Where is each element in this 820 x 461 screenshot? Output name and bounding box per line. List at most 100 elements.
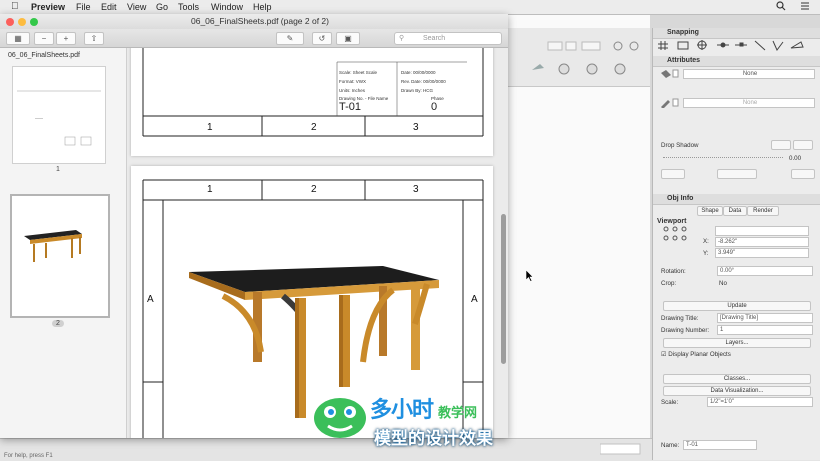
- attributes-palette-title[interactable]: Attributes: [653, 56, 820, 67]
- markup-pen-button[interactable]: ✎: [276, 32, 304, 45]
- drop-shadow-label: Drop Shadow: [661, 142, 699, 149]
- page2-column-3: 3: [413, 184, 419, 195]
- drop-shadow-toggle[interactable]: [771, 140, 791, 150]
- snapping-tools[interactable]: [655, 38, 819, 52]
- svg-text:——: ——: [35, 115, 43, 120]
- document-scrollbar[interactable]: [501, 214, 506, 364]
- thumbnail-2-content: [24, 230, 82, 262]
- tb-units-label: Units: Inches: [339, 88, 366, 93]
- scale-select[interactable]: 1/2"=1'0": [707, 397, 813, 407]
- vectorworks-tool-icons[interactable]: [500, 28, 650, 86]
- close-button[interactable]: [6, 18, 14, 26]
- watermark-line1: 多小时: [370, 397, 434, 422]
- menu-help[interactable]: Help: [253, 0, 272, 14]
- page2-row-a-left: A: [147, 294, 154, 305]
- obj-info-palette-title[interactable]: Obj Info: [653, 194, 820, 205]
- scale-label: Scale:: [661, 399, 679, 406]
- watermark-line3: 模型的设计效果: [374, 429, 493, 448]
- drop-shadow-options-button[interactable]: [793, 140, 813, 150]
- drawing-number-label: Drawing Number:: [661, 327, 710, 334]
- preview-window: 06_06_FinalSheets.pdf (page 2 of 2) ▦ − …: [0, 14, 508, 438]
- watermark-line2: 教学网: [438, 405, 478, 420]
- search-icon: ⚲: [399, 35, 405, 42]
- app-menu[interactable]: Preview: [31, 0, 65, 14]
- width-field[interactable]: [715, 226, 809, 236]
- menu-view[interactable]: View: [127, 0, 146, 14]
- fill-style-select[interactable]: None: [683, 69, 815, 79]
- menu-file[interactable]: File: [76, 0, 91, 14]
- spotlight-icon[interactable]: [776, 1, 786, 11]
- menu-tools[interactable]: Tools: [178, 0, 199, 14]
- preview-toolbar: ▦ − + ⇧ ✎ ↺ ▣ ⚲ Search: [0, 29, 508, 48]
- share-button[interactable]: ⇧: [84, 32, 104, 45]
- tab-data[interactable]: Data: [723, 206, 747, 216]
- menu-window[interactable]: Window: [211, 0, 243, 14]
- update-button[interactable]: Update: [663, 301, 811, 311]
- page2-column-1: 1: [207, 184, 213, 195]
- tb-scale-label: Scale: Sheet Scale: [339, 70, 378, 75]
- x-label: X:: [703, 238, 709, 245]
- data-visualization-button[interactable]: Data Visualization...: [663, 386, 811, 396]
- search-placeholder: Search: [423, 35, 446, 42]
- page-thumbnail-1[interactable]: ——: [12, 66, 106, 164]
- page-1: 1 2 3 Scale: Sheet Scale Format: VWX Uni…: [131, 48, 493, 156]
- menubar:  Preview File Edit View Go Tools Window…: [0, 0, 820, 15]
- rotation-field[interactable]: 0.00°: [717, 266, 813, 276]
- tb-date-label: Date: 00/00/0000: [401, 70, 436, 75]
- palette-panel: Snapping Attributes None None Drop Shado…: [652, 28, 820, 460]
- tb-sheet-number: T-01: [339, 101, 362, 113]
- drawing-title-label: Drawing Title:: [661, 315, 699, 322]
- position-anchor-icon[interactable]: [663, 226, 689, 242]
- page-thumbnail-2[interactable]: [10, 194, 110, 318]
- document-area[interactable]: 1 2 3 Scale: Sheet Scale Format: VWX Uni…: [127, 48, 508, 438]
- sidebar-file-name: 06_06_FinalSheets.pdf: [8, 52, 80, 59]
- attr-right-button[interactable]: [791, 169, 815, 179]
- sidebar-toggle-button[interactable]: ▦: [6, 32, 30, 45]
- rotation-label: Rotation:: [661, 268, 686, 275]
- search-field[interactable]: ⚲ Search: [394, 32, 502, 45]
- pen-style-select[interactable]: None: [683, 98, 815, 108]
- attr-center-button[interactable]: [717, 169, 757, 179]
- menu-go[interactable]: Go: [156, 0, 168, 14]
- zoom-out-button[interactable]: −: [34, 32, 54, 45]
- page-1-border: [142, 48, 484, 137]
- classes-button[interactable]: Classes...: [663, 374, 811, 384]
- tab-shape[interactable]: Shape: [697, 206, 723, 216]
- pen-icon: [661, 98, 679, 108]
- zoom-button[interactable]: [30, 18, 38, 26]
- page2-row-a-right: A: [471, 294, 478, 305]
- watermark: 多小时 教学网 模型的设计效果: [310, 388, 520, 448]
- page2-column-2: 2: [311, 184, 317, 195]
- page1-column-3: 3: [413, 122, 419, 133]
- menu-list-icon[interactable]: [800, 1, 810, 11]
- menu-edit[interactable]: Edit: [101, 0, 117, 14]
- layers-button[interactable]: Layers...: [663, 338, 811, 348]
- drawing-number-field[interactable]: 1: [717, 325, 813, 335]
- page1-column-1: 1: [207, 122, 213, 133]
- vectorworks-toolbar: [500, 28, 650, 87]
- zoom-in-button[interactable]: +: [56, 32, 76, 45]
- snap-grid-icon: [658, 41, 668, 50]
- page1-column-2: 2: [311, 122, 317, 133]
- opacity-slider[interactable]: [663, 157, 783, 159]
- drawing-title-field[interactable]: [Drawing Title]: [717, 313, 813, 323]
- tab-render[interactable]: Render: [747, 206, 779, 216]
- thumbnail-1-content: ——: [17, 90, 101, 146]
- window-title: 06_06_FinalSheets.pdf (page 2 of 2): [191, 16, 329, 26]
- x-field[interactable]: -8.262": [715, 237, 809, 247]
- name-field[interactable]: T-01: [683, 440, 757, 450]
- page-number-2: 2: [52, 320, 64, 327]
- name-label: Name:: [661, 442, 680, 449]
- tb-format-label: Format: VWX: [339, 79, 367, 84]
- apple-icon[interactable]: : [11, 0, 19, 14]
- mouse-cursor-icon: [526, 270, 534, 282]
- y-field[interactable]: 3.949": [715, 248, 809, 258]
- tb-rev-date-label: Rev. Date: 00/00/0000: [401, 79, 446, 84]
- display-planar-checkbox[interactable]: ☑ Display Planar Objects: [661, 351, 731, 358]
- markup-toolbar-button[interactable]: ▣: [336, 32, 360, 45]
- watermark-logo: [314, 398, 366, 438]
- minimize-button[interactable]: [18, 18, 26, 26]
- window-titlebar[interactable]: 06_06_FinalSheets.pdf (page 2 of 2): [0, 14, 508, 30]
- attr-left-button[interactable]: [661, 169, 685, 179]
- rotate-button[interactable]: ↺: [312, 32, 332, 45]
